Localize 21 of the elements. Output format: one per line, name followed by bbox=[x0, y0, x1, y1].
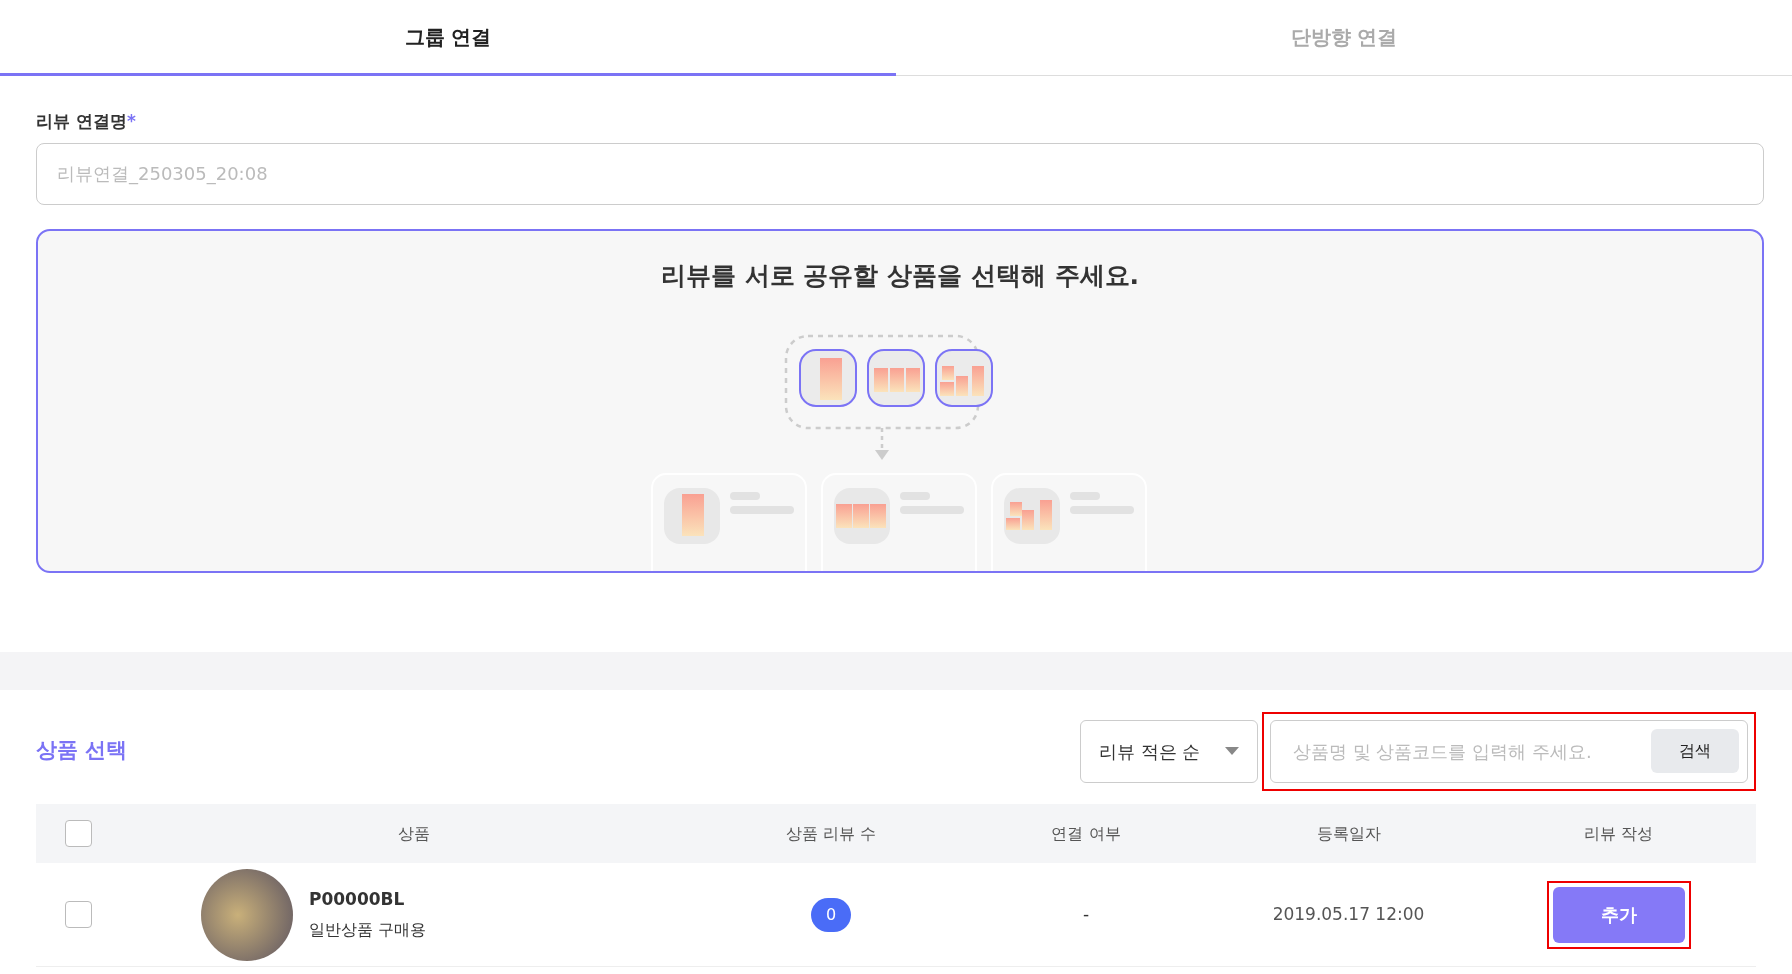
column-header: 상품 bbox=[397, 823, 430, 843]
registration-date: 2019.05.17 12:00 bbox=[1272, 903, 1425, 924]
product-type: 일반상품 구매용 bbox=[309, 919, 427, 942]
search-button[interactable]: 검색 bbox=[1651, 729, 1739, 773]
section-title: 상품 선택 bbox=[36, 737, 128, 765]
column-header: 연결 여부 bbox=[1051, 823, 1121, 843]
guide-title: 리뷰를 서로 공유할 상품을 선택해 주세요. bbox=[660, 259, 1140, 292]
sort-dropdown[interactable]: 리뷰 적은 순 bbox=[1080, 719, 1258, 783]
caret-icon bbox=[1225, 747, 1239, 755]
field-label: 리뷰 연결명* bbox=[36, 110, 137, 133]
search-field[interactable]: 상품명 및 상품코드를 입력해 주세요. 검색 bbox=[1270, 719, 1748, 783]
select-all-checkbox[interactable] bbox=[65, 820, 92, 847]
column-header: 상품 리뷰 수 bbox=[785, 823, 877, 843]
link-status: - bbox=[1082, 903, 1090, 924]
column-header: 등록일자 bbox=[1316, 823, 1381, 843]
connection-name-field[interactable]: 리뷰연결_250305_20:08 bbox=[36, 142, 1764, 205]
row-checkbox[interactable] bbox=[65, 901, 92, 928]
review-count: 0 bbox=[811, 897, 851, 932]
product-code: P00000BL bbox=[309, 887, 406, 911]
tab[interactable]: 그룹 연결 bbox=[0, 0, 896, 76]
column-header: 리뷰 작성 bbox=[1583, 823, 1654, 843]
